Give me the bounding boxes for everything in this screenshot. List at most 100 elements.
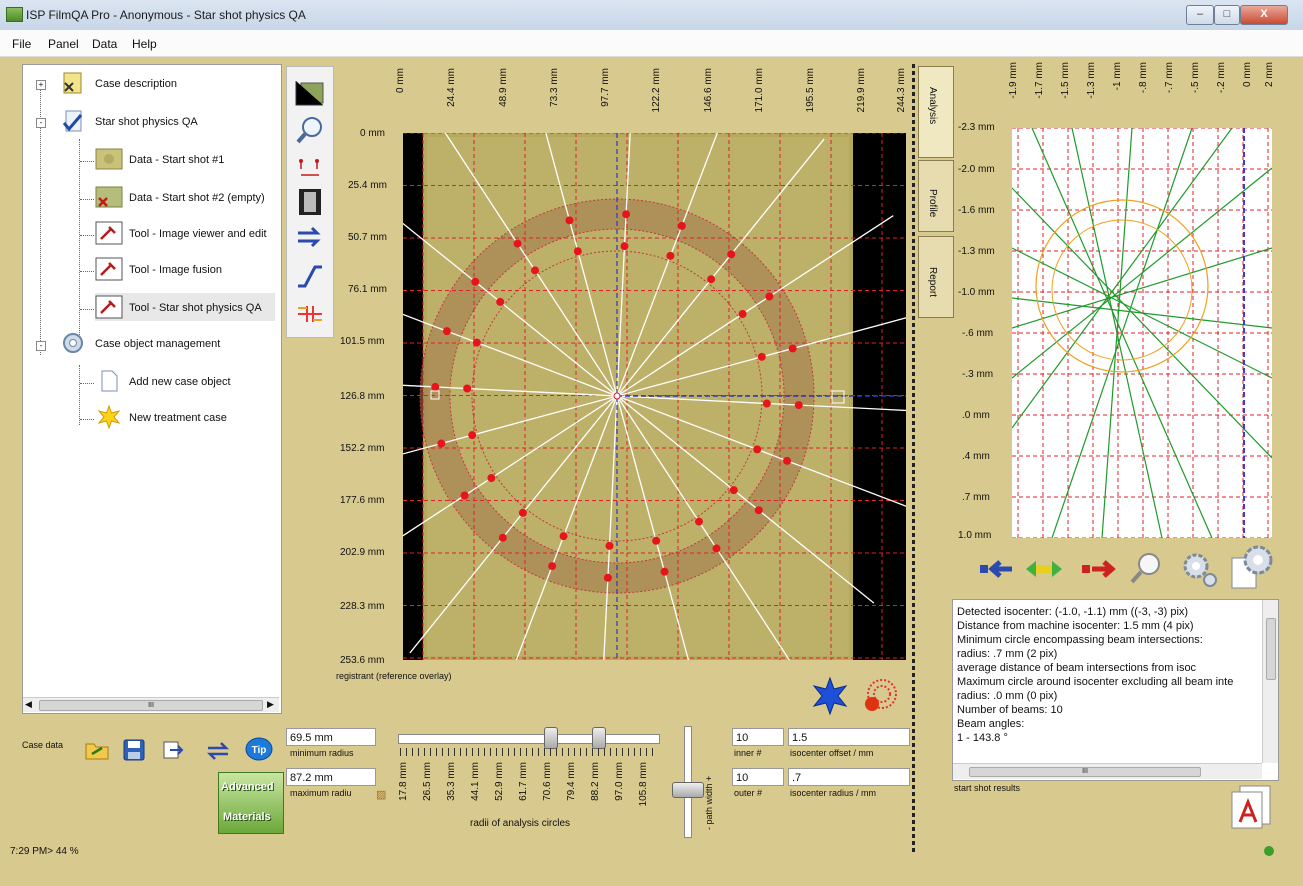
- scroll-right-arrow[interactable]: ▶: [267, 699, 274, 710]
- iso-y-tick: .4 mm: [962, 451, 990, 462]
- tree-item-add-object[interactable]: Add new case object: [95, 369, 275, 397]
- inner-count-field[interactable]: 10: [732, 728, 784, 746]
- star-shot-canvas[interactable]: [403, 133, 906, 660]
- tab-analysis[interactable]: Analysis: [918, 66, 954, 158]
- tab-profile[interactable]: Profile: [918, 160, 954, 232]
- next-arrow-icon[interactable]: [1080, 556, 1118, 582]
- intersection-marker: [738, 310, 747, 319]
- collapse-toggle[interactable]: -: [36, 118, 46, 128]
- zoom-icon[interactable]: [295, 115, 325, 145]
- menu-file[interactable]: File: [12, 37, 31, 51]
- tree-item-start-shot-1[interactable]: Data - Start shot #1: [95, 147, 275, 175]
- arrow-right-icon[interactable]: [295, 223, 325, 253]
- isocenter-canvas[interactable]: [1011, 127, 1273, 539]
- intersection-marker: [496, 297, 505, 306]
- isocenter-radius-label: isocenter radius / mm: [790, 788, 877, 798]
- pdf-report-icon[interactable]: [1226, 784, 1276, 830]
- tree-item-star-shot-qa[interactable]: Star shot physics QA: [53, 109, 273, 137]
- x-tick: 73.3 mm: [549, 68, 560, 107]
- maximize-button[interactable]: □: [1214, 5, 1240, 25]
- tree-item-tool-fusion[interactable]: Tool - Image fusion: [95, 257, 275, 285]
- max-radius-slider-thumb[interactable]: [592, 727, 606, 749]
- x-tick: 122.2 mm: [651, 68, 662, 113]
- intersection-marker: [471, 277, 480, 286]
- menu-data[interactable]: Data: [92, 37, 117, 51]
- scroll-thumb[interactable]: III: [969, 767, 1201, 777]
- image-thumbnail-icon[interactable]: [293, 77, 327, 109]
- min-radius-slider-thumb[interactable]: [544, 727, 558, 749]
- new-document-icon: [101, 370, 118, 392]
- radii-slider-track[interactable]: [398, 734, 660, 744]
- result-line: Minimum circle encompassing beam interse…: [957, 634, 1203, 646]
- x-tick: 219.9 mm: [856, 68, 867, 113]
- lock-icon: ▨: [376, 789, 387, 801]
- tip-icon[interactable]: Tip: [244, 736, 274, 764]
- star-target-icon[interactable]: [860, 676, 900, 716]
- star-shot-image[interactable]: [403, 133, 906, 660]
- min-radius-field[interactable]: 69.5 mm: [286, 728, 376, 746]
- both-ways-arrow-icon[interactable]: [1022, 556, 1066, 582]
- tree-item-tool-viewer[interactable]: Tool - Image viewer and edit: [95, 221, 275, 249]
- isocenter-plot[interactable]: [1011, 127, 1273, 539]
- case-tree[interactable]: + - - Case description Star shot physics…: [22, 64, 282, 714]
- menu-bar: File Panel Data Help: [0, 30, 1303, 57]
- previous-arrow-icon[interactable]: [978, 556, 1014, 582]
- isocenter-radius-field[interactable]: .7: [788, 768, 910, 786]
- open-folder-icon[interactable]: [84, 738, 110, 762]
- outer-count-field[interactable]: 10: [732, 768, 784, 786]
- offset-lines-icon[interactable]: [295, 299, 325, 329]
- tree-item-case-objects[interactable]: Case object management: [53, 331, 273, 359]
- result-line: Number of beams: 10: [957, 704, 1063, 716]
- intersection-marker: [431, 382, 440, 391]
- case-data-label: Case data: [22, 740, 64, 750]
- close-button[interactable]: X: [1240, 5, 1288, 25]
- tree-item-new-case[interactable]: New treatment case: [95, 405, 275, 433]
- intersection-marker: [513, 239, 522, 248]
- tool-icon: [95, 295, 123, 319]
- isocenter-offset-field[interactable]: 1.5: [788, 728, 910, 746]
- scroll-left-arrow[interactable]: ◀: [25, 699, 32, 710]
- collapse-toggle[interactable]: -: [36, 341, 46, 351]
- y-tick: 152.2 mm: [340, 443, 385, 454]
- tree-item-tool-star-shot[interactable]: Tool - Star shot physics QA: [95, 293, 275, 321]
- results-text-area[interactable]: Detected isocenter: (-1.0, -1.1) mm ((-3…: [952, 599, 1279, 781]
- results-vertical-scrollbar[interactable]: [1262, 600, 1278, 763]
- minimize-button[interactable]: –: [1186, 5, 1214, 25]
- scroll-thumb[interactable]: III: [39, 700, 263, 711]
- max-radius-field[interactable]: 87.2 mm: [286, 768, 376, 786]
- iso-y-tick: .7 mm: [962, 492, 990, 503]
- intersection-marker: [727, 250, 736, 259]
- menu-panel[interactable]: Panel: [48, 37, 79, 51]
- scroll-thumb[interactable]: [1266, 618, 1276, 680]
- intersection-marker: [660, 567, 669, 576]
- measure-icon[interactable]: [295, 153, 325, 183]
- iso-y-tick: 1.0 mm: [958, 530, 992, 541]
- document-settings-icon[interactable]: [1228, 544, 1274, 592]
- panel-splitter[interactable]: [912, 64, 915, 854]
- intersection-marker: [762, 399, 771, 408]
- tree-scrollbar[interactable]: ◀ III ▶: [23, 697, 279, 712]
- result-line: 1 - 143.8 °: [957, 732, 1008, 744]
- status-indicator-icon: [1264, 846, 1274, 856]
- save-icon[interactable]: [122, 738, 146, 762]
- app-icon: [6, 7, 23, 22]
- magnifier-icon[interactable]: [1128, 550, 1164, 586]
- tree-item-start-shot-2[interactable]: Data - Start shot #2 (empty): [95, 185, 275, 213]
- film-strip-icon[interactable]: [295, 187, 325, 217]
- iso-y-tick: -.6 mm: [962, 328, 994, 339]
- star-analysis-icon[interactable]: [810, 676, 850, 716]
- export-icon[interactable]: [162, 740, 184, 762]
- menu-help[interactable]: Help: [132, 37, 157, 51]
- path-width-slider-thumb[interactable]: [672, 782, 704, 798]
- expand-toggle[interactable]: +: [36, 80, 46, 90]
- tree-item-case-description[interactable]: Case description: [53, 71, 273, 99]
- profile-curve-icon[interactable]: [295, 261, 325, 291]
- tab-report[interactable]: Report: [918, 236, 954, 318]
- swap-arrows-icon[interactable]: [206, 740, 230, 762]
- settings-gear-icon[interactable]: [1180, 550, 1220, 590]
- title-bar: ISP FilmQA Pro - Anonymous - Star shot p…: [0, 0, 1303, 31]
- iso-y-tick: -1.0 mm: [958, 287, 995, 298]
- intersection-marker: [620, 242, 629, 251]
- beam-center-line: [1011, 247, 1273, 329]
- results-horizontal-scrollbar[interactable]: III: [953, 763, 1262, 779]
